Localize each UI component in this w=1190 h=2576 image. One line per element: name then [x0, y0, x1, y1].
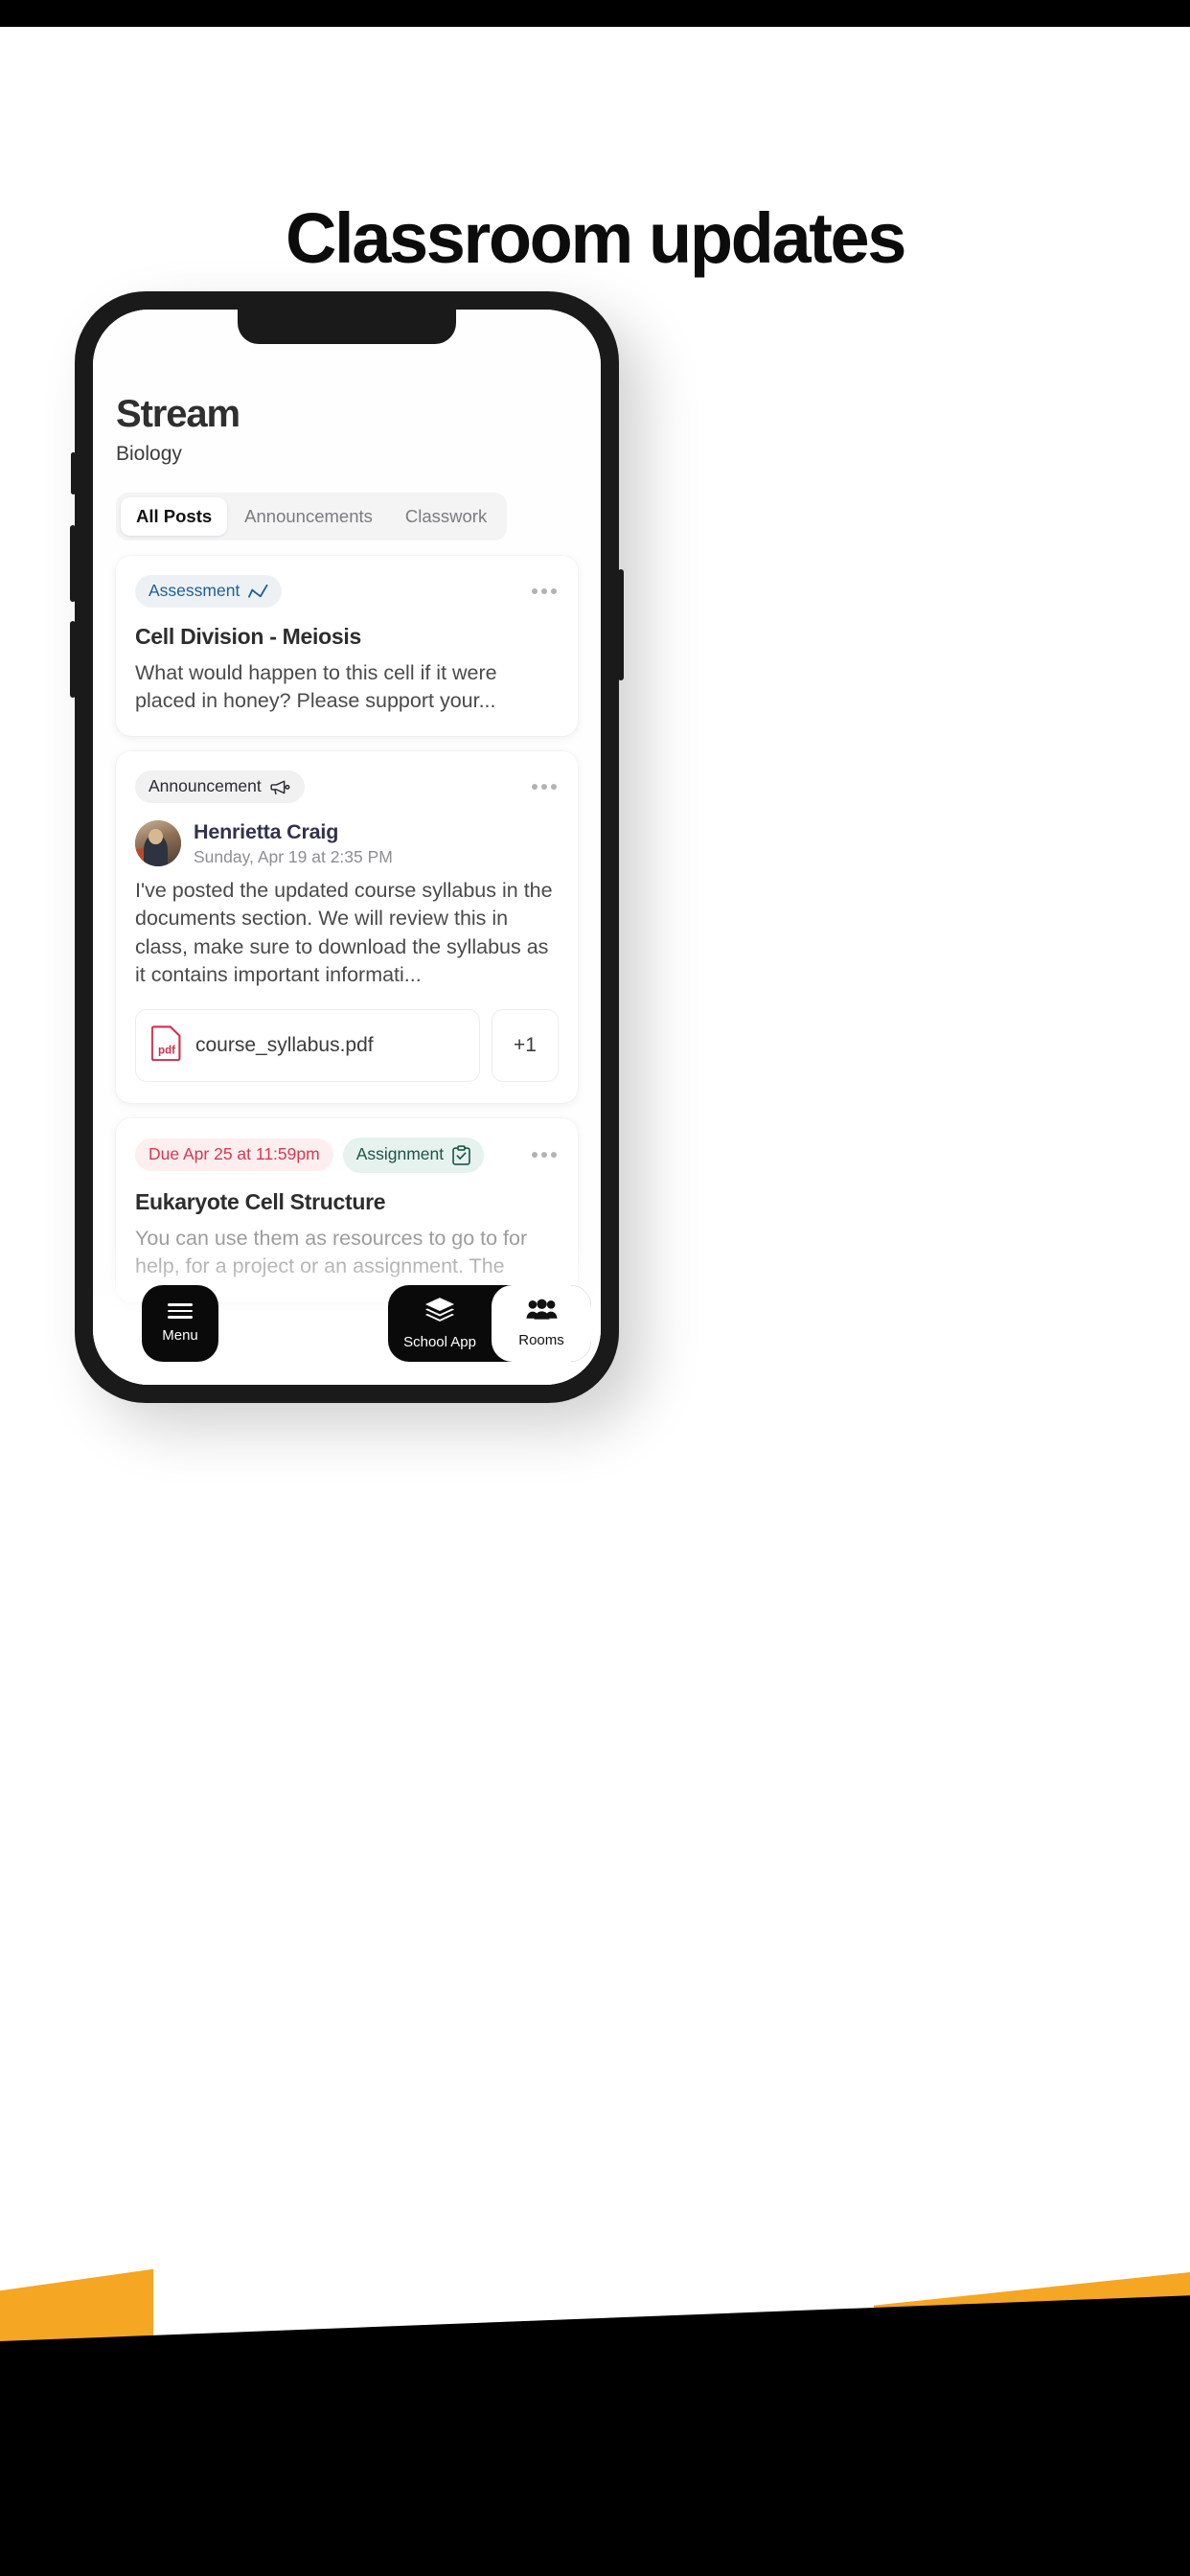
card-header: Assessment: [135, 575, 559, 608]
volume-up-button: [70, 525, 76, 602]
nav-item-school-app[interactable]: School App: [388, 1285, 492, 1362]
post-feed: Assessment Cell Division - Meiosis What …: [116, 556, 578, 1302]
screenshot-root: Classroom updates Stream Biology All Pos…: [0, 0, 1190, 2576]
post-body: I've posted the updated course syllabus …: [135, 878, 553, 987]
tab-classwork[interactable]: Classwork: [390, 497, 502, 536]
nav-school-app-label: School App: [403, 1334, 476, 1350]
pdf-file-icon: pdf: [150, 1024, 182, 1067]
nav-item-rooms[interactable]: Rooms: [492, 1285, 591, 1362]
attachment-pdf[interactable]: pdf course_syllabus.pdf: [135, 1008, 480, 1082]
chip-assessment[interactable]: Assessment: [135, 575, 283, 608]
post-timestamp: Sunday, Apr 19 at 2:35 PM: [194, 846, 393, 866]
chip-due-date: Due Apr 25 at 11:59pm: [135, 1138, 333, 1171]
phone-mockup: Stream Biology All Posts Announcements C…: [70, 291, 624, 1403]
svg-text:pdf: pdf: [158, 1045, 175, 1056]
trend-chart-icon: [248, 584, 268, 599]
menu-label: Menu: [162, 1326, 198, 1344]
chip-assignment[interactable]: Assignment: [342, 1137, 485, 1173]
tab-announcements[interactable]: Announcements: [229, 497, 388, 536]
nav-pill-group: School App Rooms: [388, 1285, 591, 1362]
tab-all-posts[interactable]: All Posts: [121, 497, 228, 536]
nav-rooms-label: Rooms: [518, 1332, 564, 1348]
attachment-list: pdf course_syllabus.pdf +1: [135, 1008, 559, 1082]
card-header: Announcement: [135, 770, 559, 803]
filter-tabs: All Posts Announcements Classwork: [116, 493, 508, 540]
page-title: Classroom updates: [286, 198, 906, 278]
post-title: Eukaryote Cell Structure: [135, 1188, 386, 1214]
people-group-icon: [525, 1299, 558, 1325]
chip-group: Due Apr 25 at 11:59pm Assignment: [135, 1137, 485, 1173]
due-date-label: Due Apr 25 at 11:59pm: [149, 1144, 320, 1164]
post-body: You can use them as resources to go to f…: [135, 1226, 528, 1278]
post-card-announcement[interactable]: Announcement Henrietta Craig Sunday, Apr…: [116, 751, 578, 1103]
chip-assessment-label: Assessment: [149, 581, 240, 600]
chip-assignment-label: Assignment: [355, 1144, 445, 1164]
mute-switch: [71, 452, 76, 494]
app-screen: Stream Biology All Posts Announcements C…: [93, 310, 601, 1385]
avatar: [135, 820, 181, 867]
clipboard-check-icon: [452, 1145, 470, 1165]
post-title: Cell Division - Meiosis: [135, 623, 361, 649]
layers-icon: [424, 1297, 455, 1327]
chip-announcement[interactable]: Announcement: [135, 770, 305, 803]
chip-announcement-label: Announcement: [149, 776, 262, 796]
more-options-icon[interactable]: [530, 583, 559, 600]
course-name: Biology: [116, 443, 182, 465]
post-body: What would happen to this cell if it wer…: [135, 660, 497, 712]
menu-button[interactable]: Menu: [142, 1285, 218, 1362]
more-options-icon[interactable]: [530, 778, 559, 795]
volume-down-button: [70, 621, 76, 698]
card-header: Due Apr 25 at 11:59pm Assignment: [135, 1137, 559, 1173]
attachment-overflow-count[interactable]: +1: [492, 1008, 559, 1082]
post-card-assignment[interactable]: Due Apr 25 at 11:59pm Assignment Eukaryo…: [116, 1117, 578, 1302]
author-name: Henrietta Craig: [194, 819, 339, 843]
power-button: [618, 569, 624, 680]
attachment-filename: course_syllabus.pdf: [195, 1033, 374, 1056]
stream-heading: Stream: [116, 393, 240, 435]
accent-black-base: [0, 2399, 1190, 2514]
phone-screen-bezel: Stream Biology All Posts Announcements C…: [93, 310, 601, 1385]
post-card-assessment[interactable]: Assessment Cell Division - Meiosis What …: [116, 556, 578, 737]
hamburger-icon: [168, 1303, 193, 1319]
megaphone-icon: [270, 779, 291, 795]
post-author: Henrietta Craig Sunday, Apr 19 at 2:35 P…: [135, 820, 559, 867]
phone-notch: [238, 310, 456, 344]
more-options-icon[interactable]: [530, 1146, 559, 1163]
poster-canvas: Classroom updates Stream Biology All Pos…: [0, 27, 1190, 2514]
